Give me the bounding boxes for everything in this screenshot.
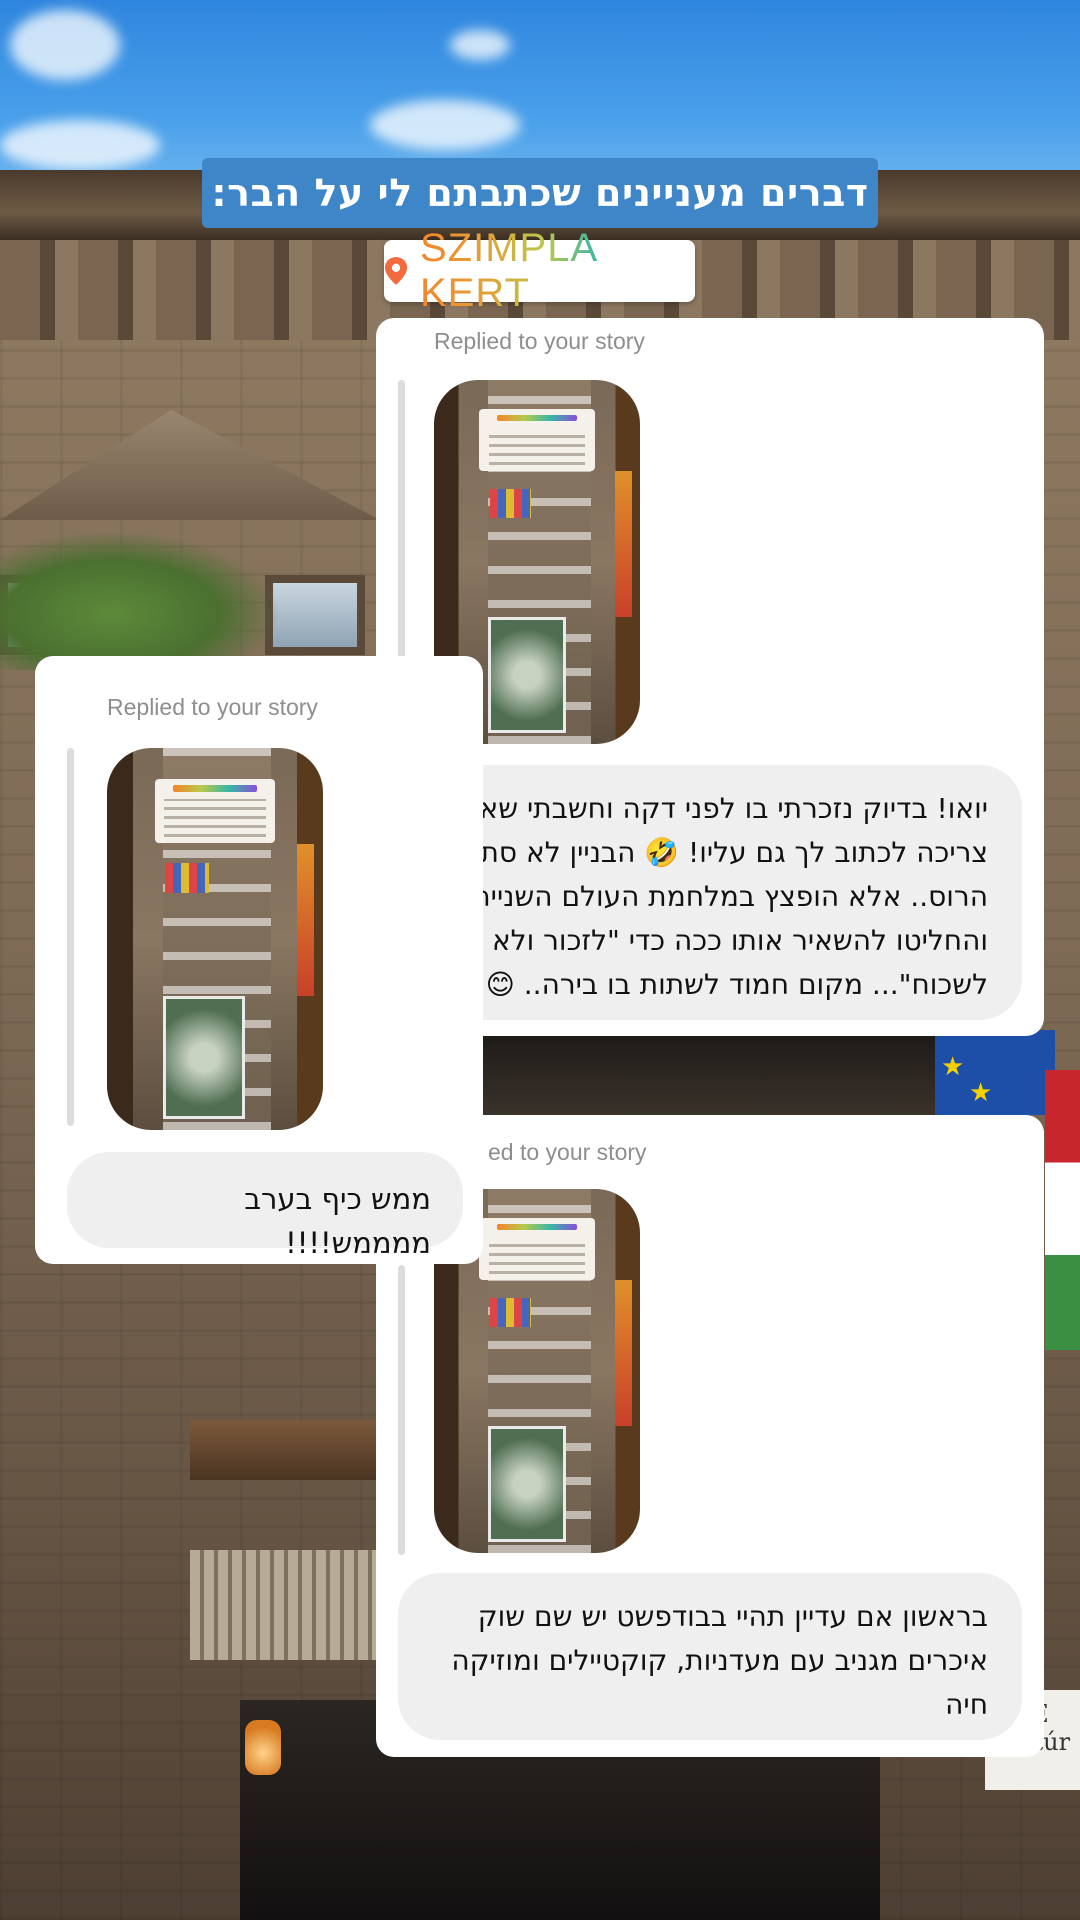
location-pin-icon bbox=[384, 257, 408, 285]
replied-label: ed to your story bbox=[488, 1139, 647, 1165]
lamp bbox=[245, 1720, 281, 1775]
location-sticker[interactable]: SZIMPLA KERT bbox=[384, 226, 695, 315]
eu-flag: ★ ★ bbox=[935, 1030, 1055, 1115]
replied-label: Replied to your story bbox=[107, 694, 318, 720]
location-name: SZIMPLA KERT bbox=[420, 226, 695, 316]
cloud bbox=[10, 10, 120, 80]
thumbnail-artwork bbox=[163, 996, 246, 1119]
quote-bar bbox=[67, 748, 74, 1126]
thumbnail-note bbox=[479, 1218, 595, 1280]
hungarian-flag bbox=[1045, 1070, 1080, 1350]
replied-label: Replied to your story bbox=[434, 328, 645, 354]
thumbnail-artwork bbox=[487, 616, 566, 734]
thumbnail-note bbox=[479, 409, 595, 471]
window-shutter bbox=[190, 1550, 380, 1660]
thumbnail-note bbox=[154, 778, 276, 844]
story-thumbnail[interactable] bbox=[107, 748, 323, 1130]
balcony bbox=[190, 1420, 380, 1480]
thumbnail-flags bbox=[489, 489, 531, 519]
story-header-label: דברים מעניינים שכתבתם לי על הבר: bbox=[202, 158, 878, 228]
reply-message-bubble[interactable]: ממש כיף בערב ממממש!!!! bbox=[67, 1152, 463, 1260]
tree-foliage bbox=[0, 530, 280, 670]
thumbnail-flags bbox=[165, 862, 209, 894]
thumbnail-sign bbox=[297, 843, 315, 997]
cloud bbox=[450, 30, 510, 60]
cloud bbox=[0, 120, 160, 170]
quote-bar bbox=[398, 1265, 405, 1555]
thumbnail-sign bbox=[615, 471, 632, 617]
reply-message-bubble[interactable]: יואו! בדיוק נזכרתי בו לפני דקה וחשבתי שא… bbox=[398, 765, 1022, 1020]
thumbnail-flags bbox=[489, 1298, 531, 1328]
cloud bbox=[370, 100, 520, 150]
building-window bbox=[265, 575, 365, 655]
thumbnail-sign bbox=[615, 1280, 632, 1426]
reply-message-bubble[interactable]: בראשון אם עדיין תהיי בבודפשט יש שם שוק א… bbox=[398, 1573, 1022, 1740]
thumbnail-artwork bbox=[487, 1425, 566, 1543]
